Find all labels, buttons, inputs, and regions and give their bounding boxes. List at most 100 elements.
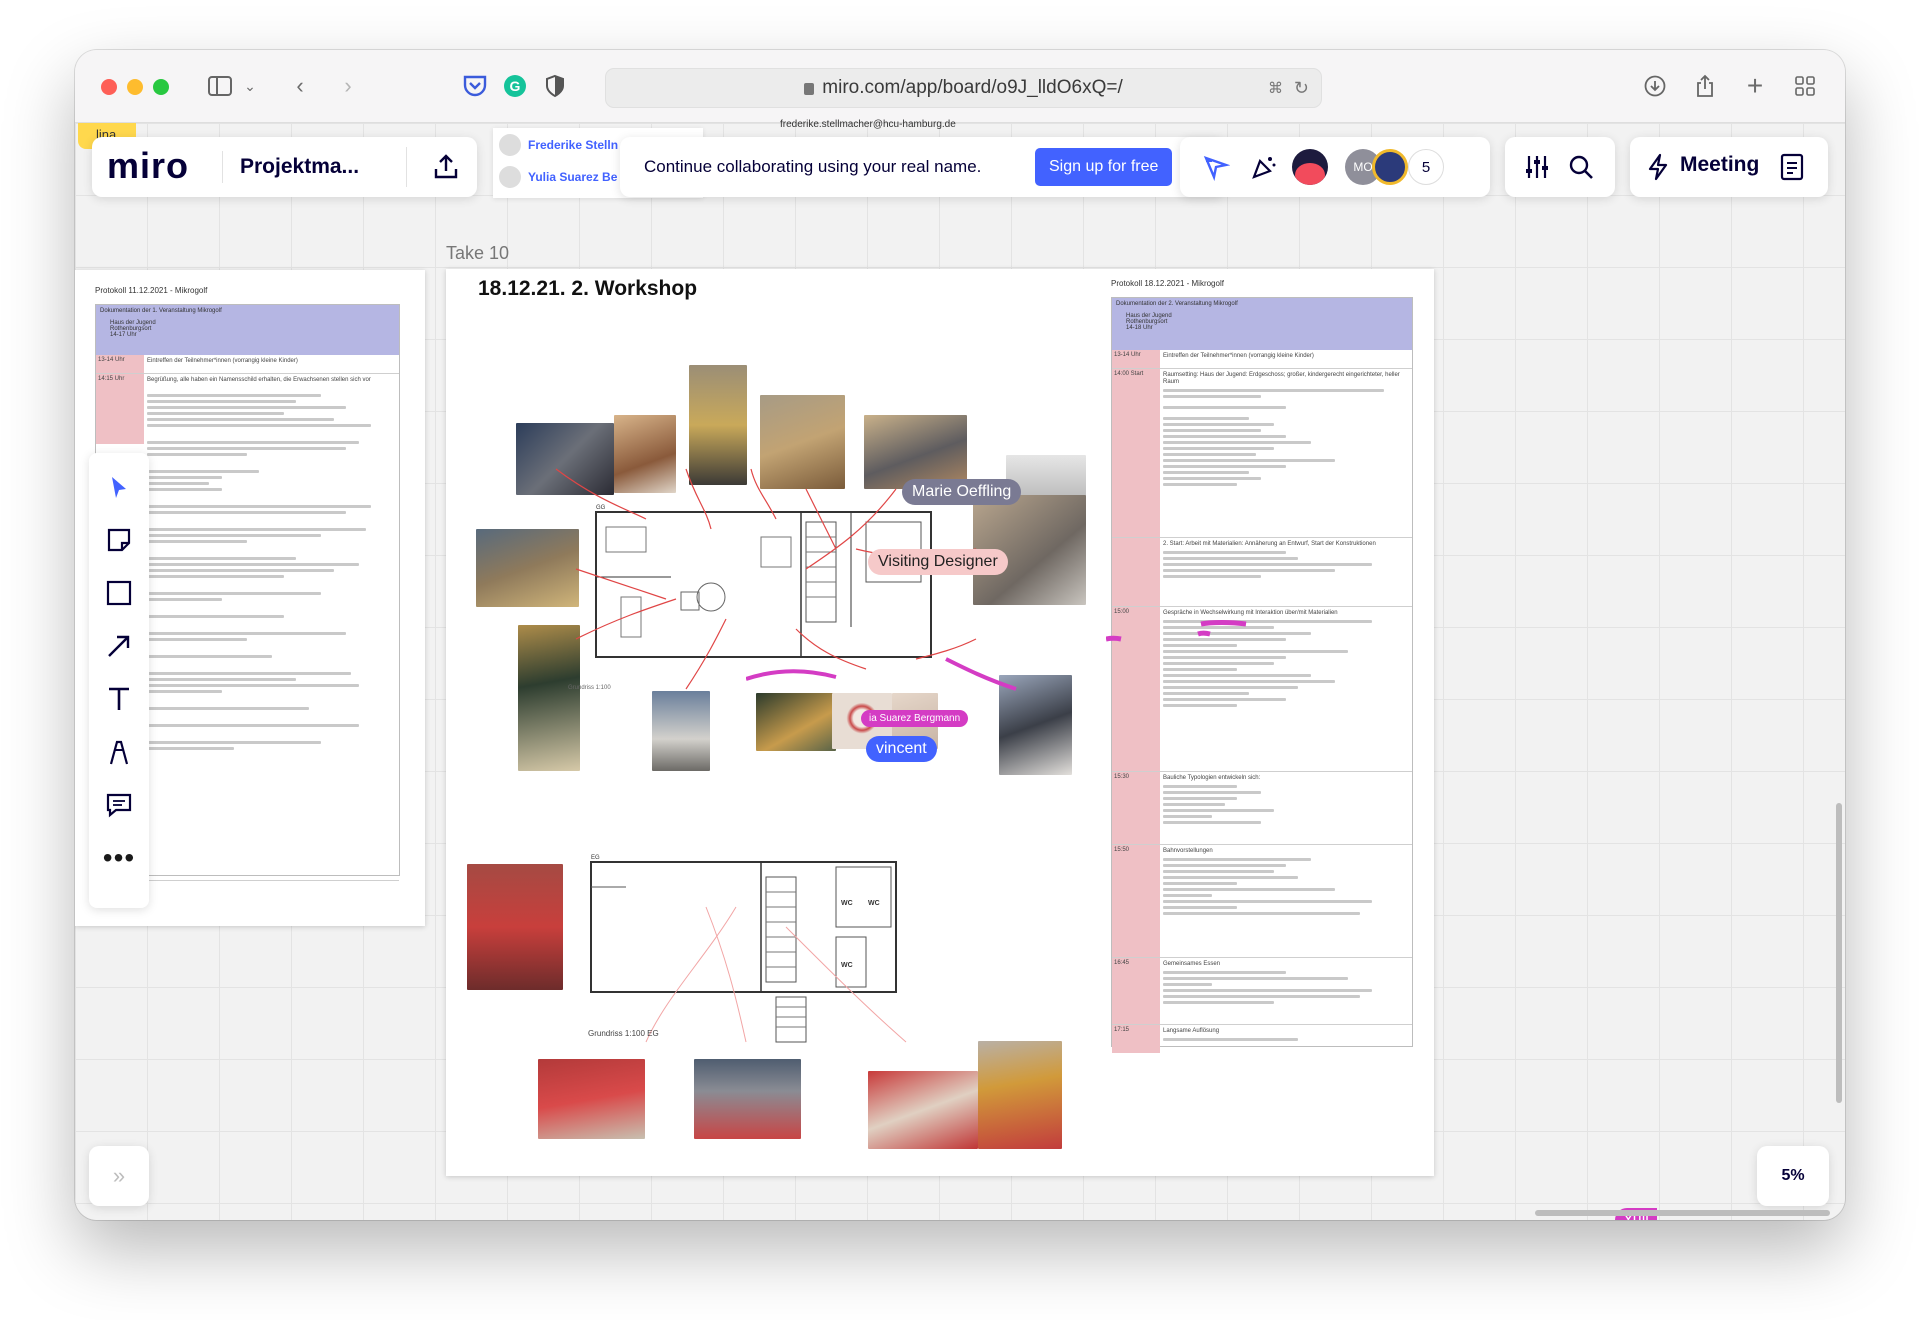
row-text-line: Bauliche Typologien entwickeln sich: bbox=[1163, 775, 1261, 781]
row-text-line: Begrüßung, alle haben ein Namensschild e… bbox=[147, 377, 371, 383]
table-row: 13-14 Uhr Eintreffen der Teilnehmer*inne… bbox=[96, 355, 399, 374]
meeting-button[interactable]: Meeting bbox=[1680, 153, 1759, 177]
doc-title: Protokoll 18.12.2021 - Mikrogolf bbox=[1111, 279, 1224, 288]
cursor-label: Marie Oeffling bbox=[902, 479, 1022, 505]
row-time: 13-14 Uhr bbox=[96, 355, 144, 373]
frame-label[interactable]: Take 10 bbox=[446, 243, 509, 264]
table-row: 15:50 Bahnvorstellungen bbox=[1112, 845, 1412, 958]
row-text: Gemeinsames Essen bbox=[1160, 958, 1412, 1024]
close-window-button[interactable] bbox=[101, 79, 117, 95]
settings-search-panel bbox=[1505, 137, 1615, 197]
minimize-window-button[interactable] bbox=[127, 79, 143, 95]
workshop-frame[interactable]: 18.12.21. 2. Workshop GG Grundriss 1:100… bbox=[446, 269, 1434, 1176]
workshop-photo[interactable] bbox=[868, 1071, 978, 1149]
workshop-photo[interactable] bbox=[467, 864, 563, 990]
collaborator-name[interactable]: Yulia Suarez Be bbox=[528, 170, 617, 184]
share-icon[interactable] bbox=[1690, 70, 1720, 102]
collaborator-name[interactable]: Frederike Stelln bbox=[528, 138, 618, 152]
cursor-icon[interactable] bbox=[89, 468, 149, 508]
row-text: Eintreffen der Teilnehmer*innen (vorrang… bbox=[147, 358, 298, 364]
vertical-scrollbar[interactable] bbox=[1836, 803, 1842, 1103]
row-time: 13-14 Uhr bbox=[1112, 350, 1160, 368]
expand-button[interactable]: » bbox=[89, 1146, 149, 1206]
row-text: Bauliche Typologien entwickeln sich: bbox=[1160, 772, 1412, 844]
chevron-down-icon[interactable]: ⌄ bbox=[240, 70, 260, 102]
sign-up-button[interactable]: Sign up for free bbox=[1035, 148, 1173, 186]
floor-plan-lower[interactable]: EG WC WC WC bbox=[586, 847, 916, 1047]
table-row: 17:15 Langsame Auflösung bbox=[1112, 1025, 1412, 1053]
avatar bbox=[499, 166, 521, 188]
shield-icon[interactable] bbox=[540, 70, 570, 102]
row-text: Bahnvorstellungen bbox=[1160, 845, 1412, 957]
row-text-line: 2. Start: Arbeit mit Materialien: Annähe… bbox=[1163, 541, 1376, 547]
notes-icon[interactable] bbox=[1780, 153, 1804, 186]
workshop-photo[interactable] bbox=[978, 1041, 1062, 1149]
address-bar[interactable]: miro.com/app/board/o9J_lldO6xQ=/ ⌘ ↻ bbox=[605, 68, 1322, 108]
row-text: Begrüßung, alle haben ein Namensschild e… bbox=[144, 374, 399, 880]
text-icon[interactable] bbox=[89, 679, 149, 719]
more-icon[interactable]: ••• bbox=[89, 838, 149, 878]
tools-toolbar: ••• bbox=[89, 453, 149, 908]
sidebar-icon[interactable] bbox=[205, 70, 235, 102]
table-head-title: Dokumentation der 1. Veranstaltung Mikro… bbox=[100, 308, 222, 314]
export-icon[interactable] bbox=[432, 153, 460, 186]
workshop-photo[interactable] bbox=[538, 1059, 645, 1139]
board-header-panel: miro Projektma... bbox=[92, 137, 477, 197]
plan-eg-label: EG bbox=[591, 855, 600, 861]
table-row: 14:00 Start Raumsetting: Haus der Jugend… bbox=[1112, 369, 1412, 538]
table-row: 16:45 Gemeinsames Essen bbox=[1112, 958, 1412, 1025]
row-time bbox=[1112, 538, 1160, 606]
table-head-title: Dokumentation der 2. Veranstaltung Mikro… bbox=[1116, 301, 1238, 307]
doc-title: Protokoll 11.12.2021 - Mikrogolf bbox=[95, 286, 208, 295]
translate-icon[interactable]: ⌘ bbox=[1268, 79, 1283, 97]
shape-icon[interactable] bbox=[89, 573, 149, 613]
reactions-icon[interactable] bbox=[1250, 153, 1278, 186]
follow-icon[interactable] bbox=[1202, 153, 1231, 186]
cursor-label: ia Suarez Bergmann bbox=[861, 710, 969, 727]
reload-icon[interactable]: ↻ bbox=[1294, 78, 1309, 99]
wc-label: WC bbox=[868, 900, 880, 907]
table-head-item: 14-18 Uhr bbox=[1126, 325, 1153, 331]
tab-overview-icon[interactable] bbox=[1790, 70, 1820, 102]
row-text: 2. Start: Arbeit mit Materialien: Annähe… bbox=[1160, 538, 1412, 606]
participants-count[interactable]: 5 bbox=[1408, 149, 1444, 185]
miro-logo[interactable]: miro bbox=[107, 145, 189, 187]
comment-icon[interactable] bbox=[89, 785, 149, 825]
row-text: Raumsetting: Haus der Jugend: Erdgeschos… bbox=[1160, 369, 1412, 537]
table-head: Dokumentation der 1. Veranstaltung Mikro… bbox=[96, 305, 399, 355]
zoom-level[interactable]: 5% bbox=[1757, 1146, 1829, 1206]
horizontal-scrollbar[interactable] bbox=[1535, 1210, 1830, 1216]
arrow-icon[interactable] bbox=[89, 626, 149, 666]
row-time: 15:50 bbox=[1112, 845, 1160, 957]
back-icon[interactable]: ‹ bbox=[285, 70, 315, 102]
timer-icon[interactable] bbox=[1292, 149, 1328, 185]
grammarly-icon[interactable]: G bbox=[500, 70, 530, 102]
settings-icon[interactable] bbox=[1523, 153, 1551, 186]
lightning-icon[interactable] bbox=[1646, 153, 1670, 186]
row-text-line: Langsame Auflösung bbox=[1163, 1028, 1220, 1034]
row-time: 14:00 Start bbox=[1112, 369, 1160, 537]
plan-label: Grundriss 1:100 EG bbox=[588, 1029, 659, 1038]
board-name[interactable]: Projektma... bbox=[240, 155, 359, 179]
zoom-window-button[interactable] bbox=[153, 79, 169, 95]
search-icon[interactable] bbox=[1567, 153, 1595, 186]
row-text-line: Raumsetting: Haus der Jugend: Erdgeschos… bbox=[1163, 372, 1400, 385]
magenta-scribbles bbox=[746, 657, 1017, 691]
browser-toolbar: ⌄ ‹ › G miro.com/app/board/o9J_lldO6xQ=/… bbox=[75, 50, 1845, 123]
board-canvas[interactable]: lina miro Projektma... Frederike Stelln … bbox=[75, 119, 1845, 1220]
forward-icon[interactable]: › bbox=[333, 70, 363, 102]
new-tab-icon[interactable]: + bbox=[1740, 70, 1770, 102]
download-icon[interactable] bbox=[1640, 70, 1670, 102]
wc-label: WC bbox=[841, 962, 853, 969]
meeting-panel: Meeting bbox=[1630, 137, 1828, 197]
collaboration-panel: MO 5 bbox=[1180, 137, 1490, 197]
pen-icon[interactable] bbox=[89, 732, 149, 772]
workshop-photo[interactable] bbox=[694, 1059, 801, 1139]
cursor-label: vincent bbox=[866, 736, 937, 762]
pocket-icon[interactable] bbox=[460, 70, 490, 102]
avatar[interactable] bbox=[1372, 149, 1408, 185]
row-time: 14:15 Uhr bbox=[96, 374, 144, 444]
table-row: 15:30 Bauliche Typologien entwickeln sic… bbox=[1112, 772, 1412, 845]
row-time: 15:30 bbox=[1112, 772, 1160, 844]
sticky-note-icon[interactable] bbox=[89, 520, 149, 560]
